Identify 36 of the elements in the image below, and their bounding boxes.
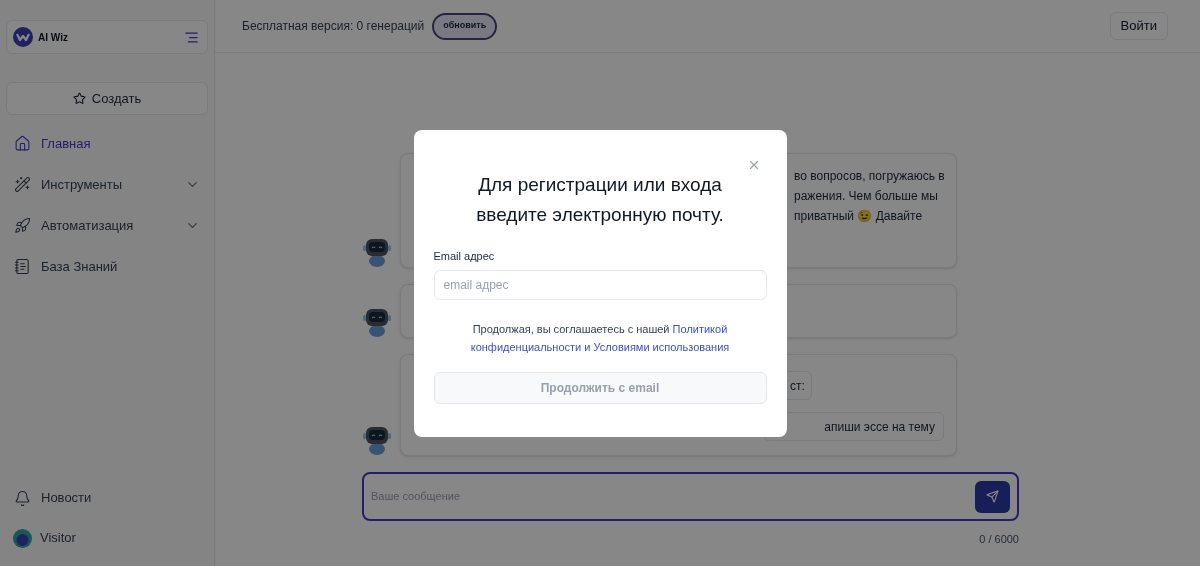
login-button[interactable]: Войти <box>1109 12 1168 40</box>
email-field[interactable]: email адрес <box>433 270 767 300</box>
robot-icon <box>362 236 392 268</box>
avatar-icon <box>13 528 32 548</box>
user-name[interactable]: Visitor <box>40 528 76 548</box>
nav-item[interactable]: Главная <box>6 123 208 164</box>
plan-text: Бесплатная версия: 0 генераций <box>242 18 425 35</box>
wand-icon <box>14 176 31 193</box>
book-icon <box>14 258 31 275</box>
robot-icon <box>362 306 392 338</box>
message-text: ражения. Чем больше мы <box>794 188 939 205</box>
menu-icon[interactable] <box>184 29 199 45</box>
robot-icon <box>362 424 392 456</box>
send-icon <box>986 490 999 503</box>
create-button[interactable]: Создать <box>6 82 208 115</box>
nav-item[interactable]: База Знаний <box>6 246 208 287</box>
policy-link[interactable]: конфиденциальности и Условиями использования <box>470 341 730 353</box>
home-icon <box>14 135 31 152</box>
logo-icon <box>13 27 33 47</box>
message-text: во вопросов, погружаюсь в <box>794 168 946 185</box>
nav-item[interactable]: Инструменты <box>6 164 208 205</box>
dialog-title: Для регистрации или входа <box>478 172 722 197</box>
character-counter: 0 / 6000 <box>979 532 1019 547</box>
message-text: приватный 😉 Давайте <box>794 208 924 225</box>
news-link[interactable]: Новости <box>6 478 208 518</box>
dialog-title: введите электронную почту. <box>476 202 724 227</box>
star-icon <box>72 92 86 105</box>
upgrade-button[interactable]: обновить <box>432 12 498 40</box>
rocket-icon <box>14 217 31 234</box>
nav-item[interactable]: Автоматизация <box>6 205 208 246</box>
email-label: Email адрес <box>433 248 495 264</box>
consent-text: Продолжая, вы соглашаетесь с нашей Политикой конфиденциальности и Условиями использования <box>469 322 731 355</box>
bell-icon <box>14 489 31 507</box>
policy-link[interactable]: Политикой <box>672 323 728 335</box>
logo-text: AI Wiz <box>38 30 68 45</box>
send-button[interactable] <box>975 480 1010 513</box>
